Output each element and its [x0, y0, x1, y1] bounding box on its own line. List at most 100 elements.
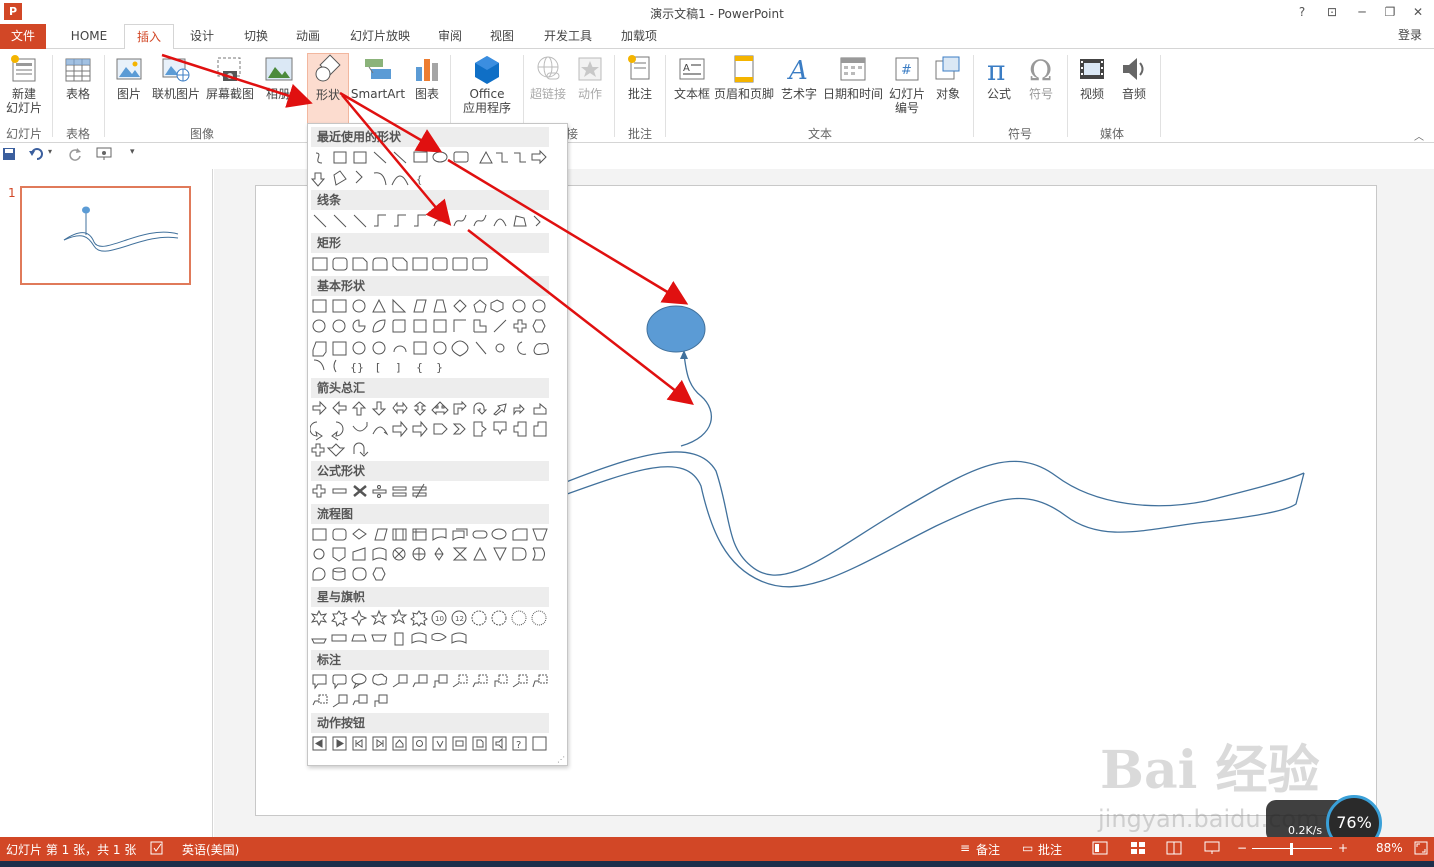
svg-text:Ω: Ω — [1029, 54, 1052, 85]
save-icon[interactable] — [2, 147, 16, 165]
lines-row[interactable] — [310, 212, 550, 230]
chart-button[interactable]: 图表 — [410, 53, 444, 127]
tab-view[interactable]: 视图 — [482, 24, 522, 49]
tab-addins[interactable]: 加载项 — [612, 24, 666, 49]
tab-file[interactable]: 文件 — [0, 24, 46, 49]
help-icon[interactable]: ? — [1292, 3, 1312, 21]
slide-sorter-icon[interactable] — [1130, 841, 1146, 858]
stars-banners-icons[interactable]: 10 12 — [310, 609, 550, 647]
recent-shapes-icons[interactable]: { — [310, 149, 550, 189]
basic-shapes-rows[interactable]: {} [] {} — [310, 298, 550, 374]
flowchart-icons[interactable] — [310, 526, 550, 582]
reading-view-icon[interactable] — [1166, 841, 1182, 858]
svg-text:]: ] — [396, 361, 400, 374]
login-link[interactable]: 登录 — [1398, 26, 1422, 43]
fit-to-window-icon[interactable] — [1414, 841, 1428, 858]
slide-thumbnail[interactable] — [20, 186, 191, 285]
action-buttons-row[interactable]: ? — [310, 735, 550, 753]
section-block-arrows: 箭头总汇 — [311, 378, 549, 398]
slide-thumbnail-pane: 1 — [0, 169, 213, 837]
action-button[interactable]: 动作 — [572, 53, 608, 127]
rectangles-icons[interactable] — [310, 255, 550, 273]
wordart-button[interactable]: A 艺术字 — [778, 53, 820, 127]
new-slide-button[interactable]: 新建 幻灯片 — [2, 53, 46, 127]
object-button[interactable]: 对象 — [929, 53, 967, 127]
normal-view-icon[interactable] — [1092, 841, 1108, 858]
tab-design[interactable]: 设计 — [180, 24, 224, 49]
textbox-button[interactable]: A 文本框 — [672, 53, 712, 127]
header-footer-button[interactable]: 页眉和页脚 — [713, 53, 775, 127]
textbox-label: 文本框 — [673, 87, 710, 101]
picture-button[interactable]: 图片 — [110, 53, 148, 127]
album-button[interactable]: 相册 — [258, 53, 298, 127]
video-button[interactable]: 视频 — [1072, 53, 1112, 127]
equation-shapes-row[interactable] — [310, 483, 550, 501]
notes-button[interactable]: 备注 — [976, 841, 1000, 858]
restore-icon[interactable]: ❐ — [1380, 3, 1400, 21]
slide-number-icon: # — [892, 53, 922, 85]
tab-animations[interactable]: 动画 — [286, 24, 330, 49]
language-status[interactable]: 英语(美国) — [182, 841, 239, 858]
tab-home[interactable]: HOME — [60, 24, 118, 49]
slide-number-button[interactable]: # 幻灯片 编号 — [886, 53, 928, 127]
customize-qat-icon[interactable]: ▾ — [130, 147, 135, 157]
action-icon — [575, 53, 605, 85]
equation-button[interactable]: π 公式 — [980, 53, 1018, 127]
redo-icon[interactable] — [68, 147, 82, 165]
tab-developer[interactable]: 开发工具 — [537, 24, 599, 49]
block-arrows-rows[interactable] — [310, 400, 550, 460]
comments-icon[interactable]: ▭ — [1022, 841, 1033, 855]
zoom-in-icon[interactable]: + — [1338, 841, 1348, 855]
zoom-level[interactable]: 88% — [1376, 841, 1403, 855]
basic-shapes-icons[interactable]: {} [] {} — [310, 298, 550, 374]
office-apps-button[interactable]: Office 应用程序 — [455, 53, 519, 127]
hyperlink-button[interactable]: 超链接 — [527, 53, 569, 127]
minimize-icon[interactable]: ─ — [1352, 3, 1372, 21]
start-slideshow-icon[interactable] — [96, 147, 114, 165]
shapes-button[interactable]: 形状 — [307, 53, 349, 127]
rectangles-row[interactable] — [310, 255, 550, 273]
smartart-button[interactable]: SmartArt — [350, 53, 406, 127]
audio-label: 音频 — [1121, 87, 1146, 101]
tab-insert[interactable]: 插入 — [124, 24, 174, 50]
audio-button[interactable]: 音频 — [1114, 53, 1154, 127]
zoom-out-icon[interactable]: − — [1237, 841, 1247, 855]
block-arrows-icons[interactable] — [310, 400, 550, 460]
screenshot-button[interactable]: 屏幕截图 — [204, 53, 256, 127]
flowchart-rows[interactable] — [310, 526, 550, 582]
section-rectangles: 矩形 — [311, 233, 549, 253]
svg-text:A: A — [683, 63, 690, 74]
callouts-icons[interactable] — [310, 672, 550, 710]
close-icon[interactable]: ✕ — [1408, 3, 1428, 21]
comment-button[interactable]: 批注 — [620, 53, 660, 127]
section-flowchart: 流程图 — [311, 504, 549, 524]
proofing-icon[interactable] — [150, 841, 164, 858]
tab-transitions[interactable]: 切换 — [234, 24, 278, 49]
stars-banners-rows[interactable]: 10 12 — [310, 609, 550, 647]
comments-button[interactable]: 批注 — [1038, 841, 1062, 858]
recent-shapes-row[interactable]: { — [310, 149, 550, 187]
ribbon-display-icon[interactable]: ⊡ — [1322, 3, 1342, 21]
symbol-button[interactable]: Ω 符号 — [1022, 53, 1060, 127]
slideshow-view-icon[interactable] — [1204, 841, 1220, 858]
online-picture-icon — [161, 53, 191, 85]
lines-icons[interactable] — [310, 212, 550, 230]
header-footer-icon — [729, 53, 759, 85]
table-button[interactable]: 表格 — [56, 53, 100, 127]
svg-text:}: } — [436, 361, 443, 374]
notes-icon[interactable]: ≡ — [960, 841, 970, 855]
equation-shapes-icons[interactable] — [310, 483, 550, 501]
speaker-icon — [1119, 53, 1149, 85]
shapes-icon — [313, 54, 343, 86]
datetime-button[interactable]: 日期和时间 — [821, 53, 885, 127]
undo-icon[interactable] — [28, 147, 46, 165]
collapse-ribbon-icon[interactable]: ︿ — [1414, 128, 1424, 143]
tab-review[interactable]: 审阅 — [430, 24, 470, 49]
zoom-slider-thumb[interactable] — [1290, 843, 1293, 855]
resize-grip-icon[interactable]: ⋰ — [557, 755, 565, 764]
tab-slideshow[interactable]: 幻灯片放映 — [343, 24, 417, 49]
undo-dropdown-icon[interactable]: ▾ — [48, 147, 52, 156]
callouts-rows[interactable] — [310, 672, 550, 710]
action-buttons-icons[interactable]: ? — [310, 735, 550, 753]
online-picture-button[interactable]: 联机图片 — [150, 53, 202, 127]
